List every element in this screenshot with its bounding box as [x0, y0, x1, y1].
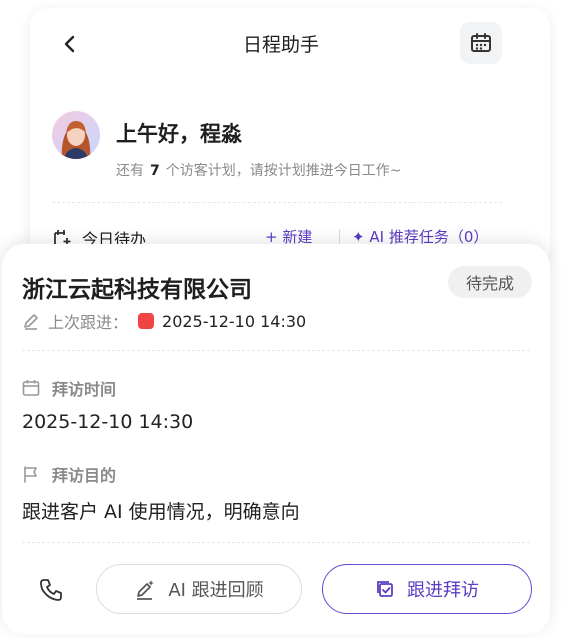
phone-icon: [40, 579, 62, 601]
visit-card: 浙江云起科技有限公司 待完成 上次跟进： 2025-12-10 14:30 拜访…: [2, 244, 550, 634]
edit-icon: [24, 314, 38, 330]
visit-purpose-label: 拜访目的: [22, 462, 116, 486]
followup-visit-button[interactable]: 跟进拜访: [322, 564, 532, 614]
edit-sparkle-icon: [137, 580, 155, 600]
separator: [339, 229, 340, 245]
calendar-button[interactable]: [460, 22, 502, 64]
greeting-title: 上午好，程淼: [116, 122, 242, 146]
divider: [22, 542, 530, 543]
call-button[interactable]: [38, 577, 64, 603]
status-dot: [138, 313, 155, 329]
flag-icon: [24, 466, 37, 483]
divider: [52, 202, 502, 203]
divider: [22, 350, 530, 351]
ai-followup-review-button[interactable]: AI 跟进回顾: [96, 564, 302, 614]
status-badge: 待完成: [448, 266, 532, 298]
copy-check-icon: [377, 581, 393, 597]
greeting-subtitle: 还有 7 个访客计划，请按计划推进今日工作~: [116, 163, 402, 179]
avatar: [52, 111, 100, 159]
visit-time-label: 拜访时间: [22, 376, 116, 400]
company-name: 浙江云起科技有限公司: [22, 277, 252, 303]
visitor-count: 7: [150, 163, 160, 179]
last-followup: 上次跟进： 2025-12-10 14:30: [22, 310, 306, 332]
visit-purpose-value: 跟进客户 AI 使用情况，明确意向: [22, 501, 300, 523]
calendar-icon: [22, 380, 40, 396]
visit-time-value: 2025-12-10 14:30: [22, 411, 194, 433]
calendar-icon: [471, 33, 491, 52]
